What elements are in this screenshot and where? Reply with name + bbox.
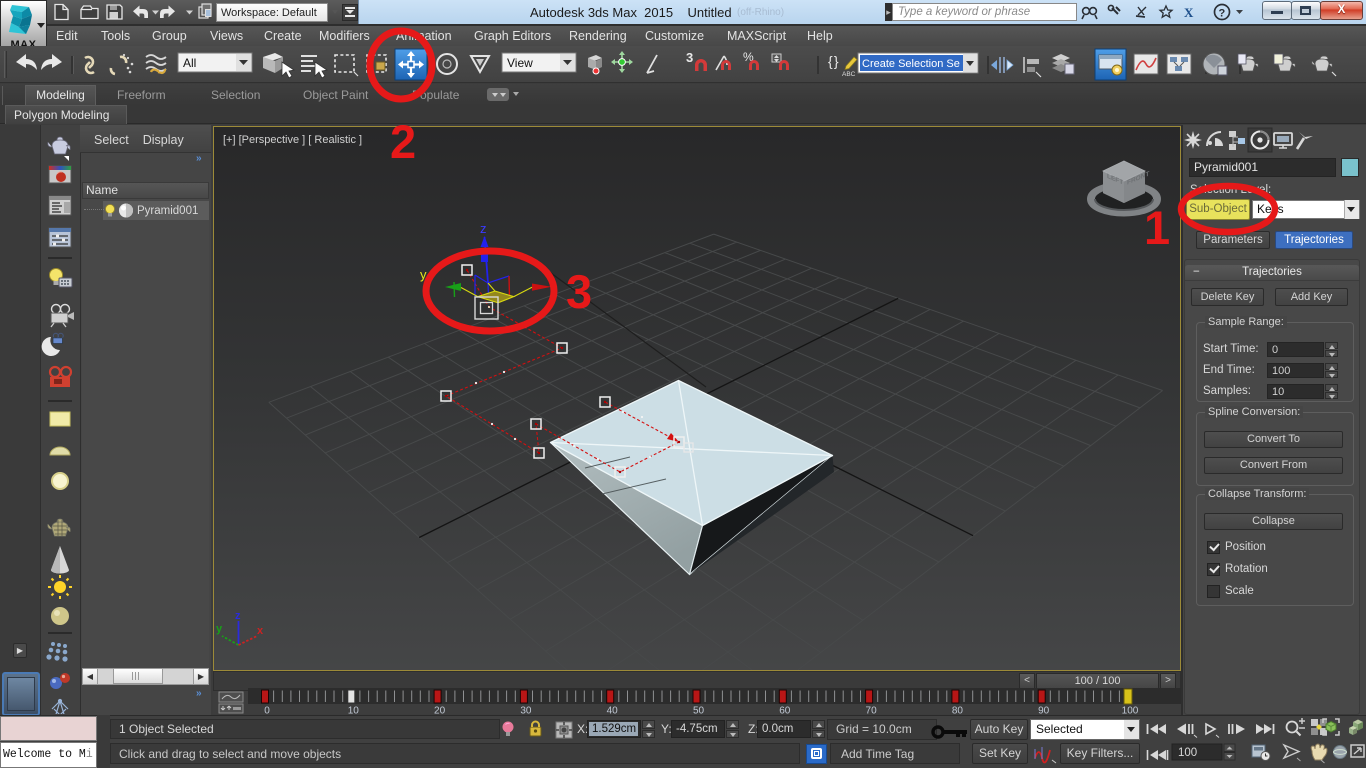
svg-text:3: 3: [566, 265, 592, 318]
svg-text:3: 3: [686, 50, 693, 65]
svg-text:X: X: [1184, 5, 1194, 20]
svg-text:All: All: [183, 56, 196, 70]
svg-text:z: z: [235, 610, 241, 622]
svg-text:Create Selection Se: Create Selection Se: [862, 58, 960, 70]
svg-text:ABC: ABC: [842, 71, 856, 78]
svg-text:x: x: [257, 625, 264, 637]
svg-text:y: y: [216, 623, 223, 635]
svg-text:[+] [Perspective ] [ Realistic: [+] [Perspective ] [ Realistic ]: [223, 134, 362, 146]
svg-text:{ }: { }: [828, 53, 839, 69]
svg-text:?: ?: [1219, 8, 1226, 20]
svg-text:100: 100: [1178, 747, 1197, 759]
svg-text:z: z: [480, 221, 487, 236]
svg-text:View: View: [507, 56, 533, 70]
svg-text:2: 2: [390, 115, 416, 168]
